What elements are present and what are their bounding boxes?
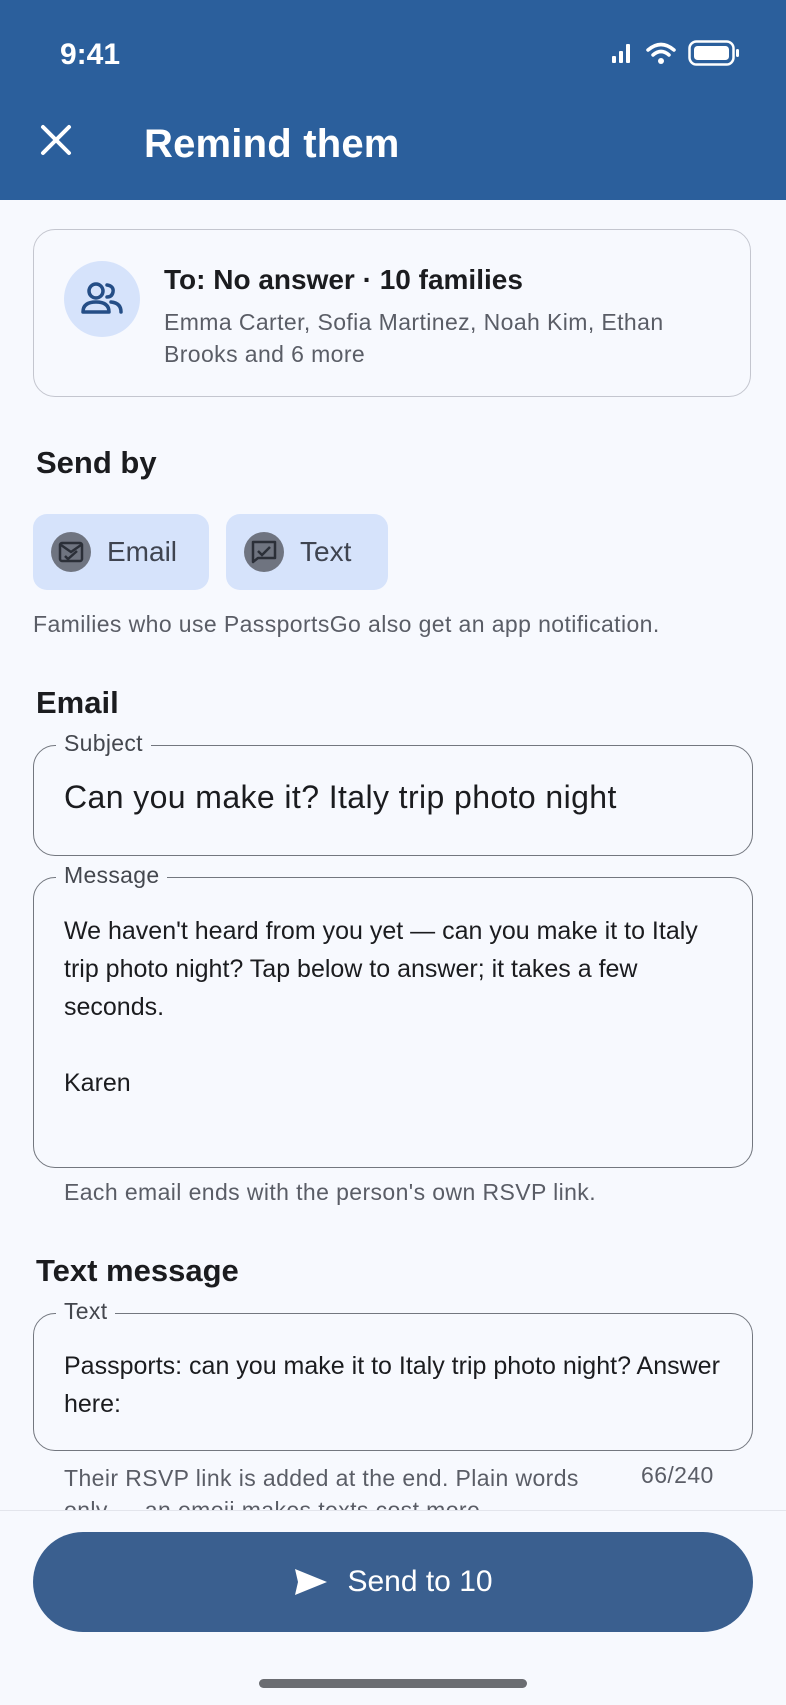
- message-field[interactable]: Message We haven't heard from you yet — …: [33, 862, 753, 1168]
- email-chip[interactable]: Email: [33, 514, 209, 590]
- wifi-icon: [646, 42, 676, 64]
- text-field[interactable]: Text Passports: can you make it to Italy…: [33, 1298, 753, 1451]
- signal-icon: [612, 44, 630, 63]
- home-indicator: [259, 1679, 527, 1688]
- battery-icon: [688, 40, 739, 66]
- status-icons: [610, 40, 740, 66]
- recipients-avatar: [64, 261, 140, 337]
- text-check-icon: [244, 532, 284, 572]
- message-label: Message: [56, 862, 168, 889]
- subject-field[interactable]: Subject Can you make it? Italy trip phot…: [33, 730, 753, 856]
- send-icon: [295, 1569, 328, 1595]
- text-field-value: Passports: can you make it to Italy trip…: [64, 1352, 727, 1418]
- send-by-heading: Send by: [36, 445, 157, 480]
- page-title: Remind them: [144, 122, 400, 166]
- recipients-names: Emma Carter, Sofia Martinez, Noah Kim, E…: [164, 309, 664, 367]
- email-chip-label: Email: [107, 536, 178, 567]
- text-chip-label: Text: [300, 536, 352, 567]
- recipients-card[interactable]: To: No answer · 10 families Emma Carter,…: [33, 229, 751, 397]
- subject-label: Subject: [56, 730, 151, 757]
- send-by-helper: Families who use PassportsGo also get an…: [33, 611, 660, 637]
- email-helper: Each email ends with the person's own RS…: [64, 1179, 596, 1205]
- text-message-heading: Text message: [36, 1253, 239, 1288]
- message-value: We haven't heard from you yet — can you …: [64, 917, 698, 1097]
- people-icon: [81, 282, 123, 314]
- close-icon: [41, 125, 71, 155]
- subject-value: Can you make it? Italy trip photo night: [64, 779, 617, 815]
- email-check-icon: [51, 532, 91, 572]
- send-button-label: Send to 10: [347, 1565, 493, 1598]
- email-heading: Email: [36, 685, 119, 720]
- text-chip[interactable]: Text: [226, 514, 388, 590]
- character-counter: 66/240: [641, 1462, 714, 1488]
- close-button[interactable]: [36, 120, 76, 160]
- status-time: 9:41: [60, 38, 121, 71]
- text-field-label: Text: [56, 1298, 116, 1325]
- app-bar: 9:41 Remind them: [0, 0, 786, 200]
- send-button[interactable]: Send to 10: [33, 1532, 753, 1632]
- recipients-title: To: No answer · 10 families: [164, 264, 523, 295]
